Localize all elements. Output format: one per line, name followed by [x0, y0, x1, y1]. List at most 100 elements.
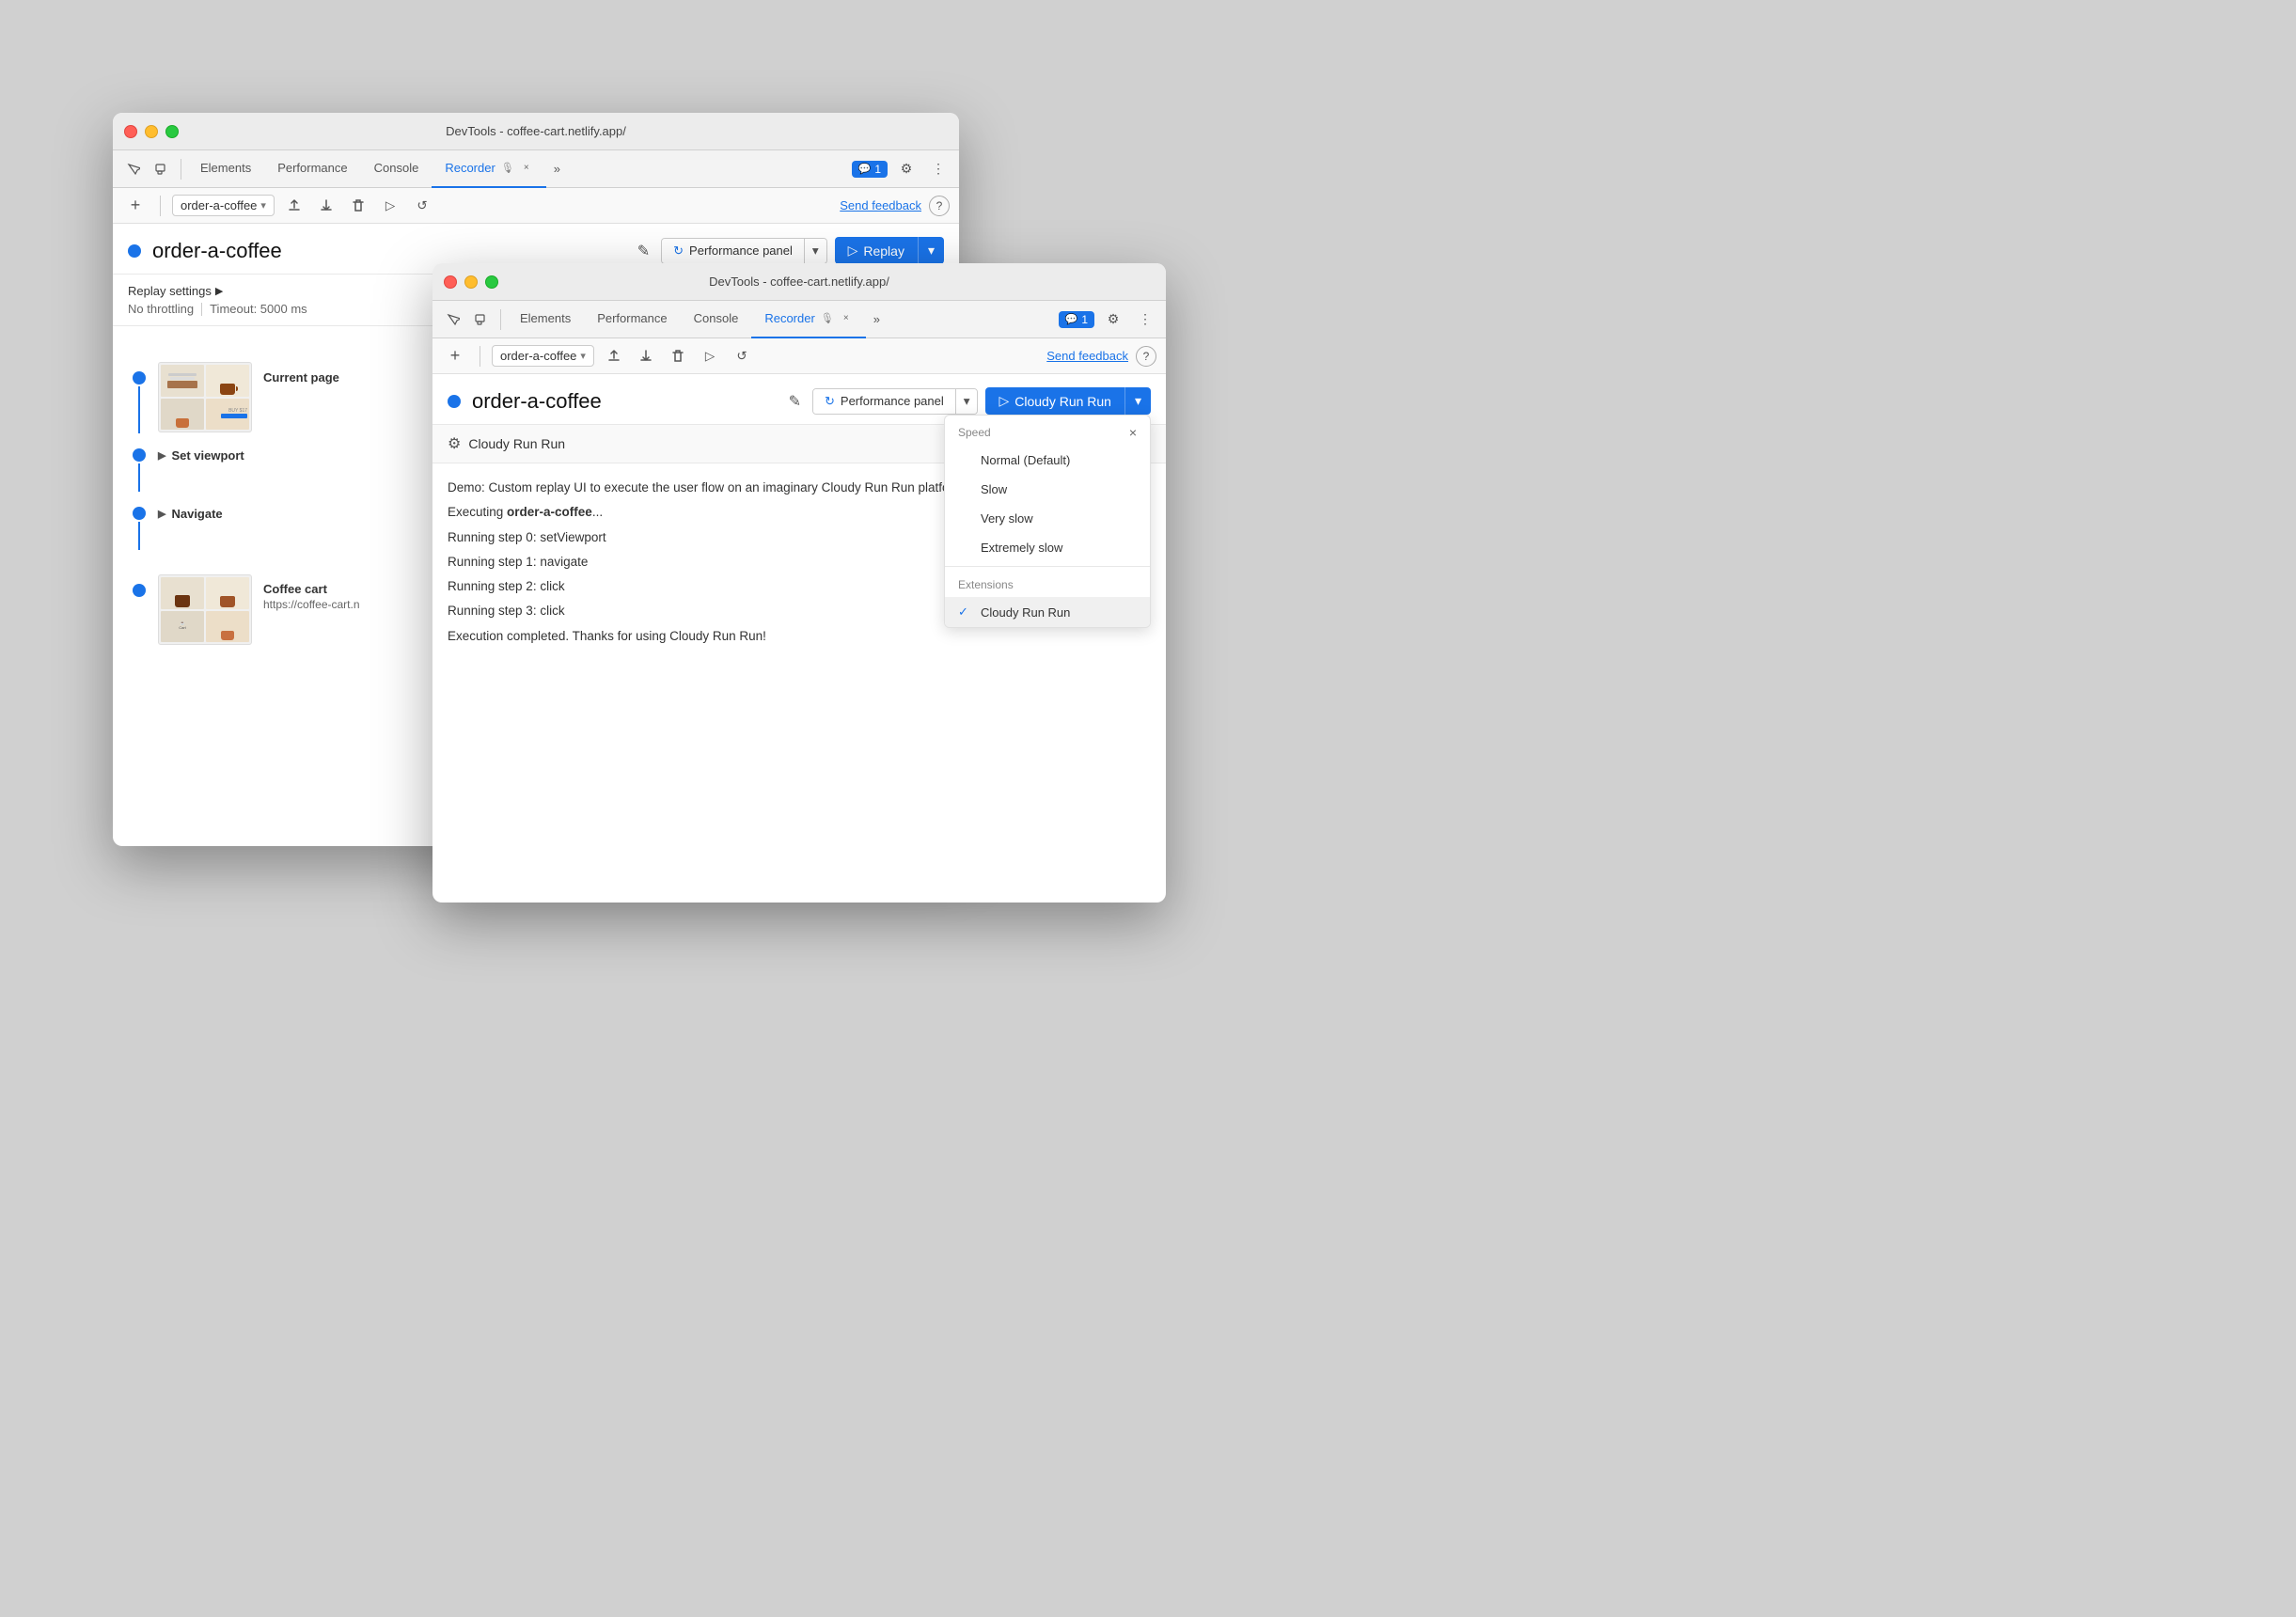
toolbar-divider-front [500, 309, 501, 330]
log-line-7: Execution completed. Thanks for using Cl… [448, 627, 1151, 646]
tab-list-front: Elements Performance Console Recorder 🎙 … [507, 301, 1057, 338]
send-feedback-front[interactable]: Send feedback [1046, 349, 1128, 363]
plugin-icon: ⚙ [448, 434, 461, 453]
recorder-toolbar-back: + order-a-coffee ▾ ▷ ↺ Send feedback ? [113, 188, 959, 224]
minimize-button-back[interactable] [145, 125, 158, 138]
performance-panel-btn-back[interactable]: ↻ Performance panel [662, 239, 804, 263]
run-btn-back[interactable]: ▷ [378, 194, 402, 218]
replay-group-back: ▷ Replay ▾ [835, 237, 944, 264]
help-btn-front[interactable]: ? [1136, 346, 1156, 367]
recording-dot-back [128, 244, 141, 258]
tab-performance-front[interactable]: Performance [584, 301, 680, 338]
recording-dot-front [448, 395, 461, 408]
tab-recorder-close-front[interactable]: × [840, 312, 853, 325]
close-button-front[interactable] [444, 275, 457, 289]
extension-cloudy-run-item[interactable]: ✓ Cloudy Run Run [945, 597, 1150, 627]
settings-icon-back[interactable]: ⚙ [893, 156, 920, 182]
window-title-front: DevTools - coffee-cart.netlify.app/ [709, 275, 889, 289]
performance-panel-arrow-front[interactable]: ▾ [956, 389, 978, 414]
maximize-button-back[interactable] [165, 125, 179, 138]
recording-selector-back[interactable]: order-a-coffee ▾ [172, 195, 275, 216]
device-toolbar-icon-front[interactable] [468, 306, 495, 333]
tab-recorder-close-back[interactable]: × [520, 162, 533, 175]
step-btn-front[interactable]: ↺ [730, 344, 754, 369]
devtools-toolbar-front: Elements Performance Console Recorder 🎙 … [432, 301, 1166, 338]
tab-list-back: Elements Performance Console Recorder 🎙 … [187, 150, 850, 188]
step-label-viewport[interactable]: ▶ Set viewport [158, 448, 244, 463]
traffic-lights-back [124, 125, 179, 138]
replay-btn-back[interactable]: ▷ Replay [835, 237, 918, 264]
add-recording-btn-back[interactable]: + [122, 193, 149, 219]
tab-recorder-back[interactable]: Recorder 🎙 × [432, 150, 545, 188]
title-bar-back: DevTools - coffee-cart.netlify.app/ [113, 113, 959, 150]
more-options-icon-back[interactable]: ⋮ [925, 156, 951, 182]
tab-console-front[interactable]: Console [681, 301, 752, 338]
download-btn-back[interactable] [314, 194, 338, 218]
devtools-window-front: DevTools - coffee-cart.netlify.app/ Elem… [432, 263, 1166, 903]
delete-btn-front[interactable] [666, 344, 690, 369]
devtools-toolbar-back: Elements Performance Console Recorder 🎙 … [113, 150, 959, 188]
tab-more-front[interactable]: » [866, 301, 888, 338]
minimize-button-front[interactable] [464, 275, 478, 289]
performance-panel-btn-front[interactable]: ↻ Performance panel [813, 389, 955, 414]
performance-panel-arrow-back[interactable]: ▾ [805, 239, 826, 263]
recorder-toolbar-divider [160, 196, 161, 216]
traffic-lights-front [444, 275, 498, 289]
toolbar-right-front: 💬 1 ⚙ ⋮ [1059, 306, 1158, 333]
cloudy-run-group: ▷ Cloudy Run Run ▾ Speed × Normal (Defau… [985, 387, 1151, 415]
recording-selector-front[interactable]: order-a-coffee ▾ [492, 345, 594, 367]
more-options-icon-front[interactable]: ⋮ [1132, 306, 1158, 333]
select-tool-icon[interactable] [120, 156, 147, 182]
tab-performance-back[interactable]: Performance [264, 150, 360, 188]
add-recording-btn-front[interactable]: + [442, 343, 468, 369]
speed-dropdown: Speed × Normal (Default) Slow Very slow [944, 415, 1151, 628]
edit-recording-name-front[interactable]: ✎ [789, 392, 801, 411]
message-badge-back[interactable]: 💬 1 [852, 161, 888, 178]
replay-btn-arrow-back[interactable]: ▾ [918, 237, 944, 264]
tab-elements-back[interactable]: Elements [187, 150, 264, 188]
message-badge-front[interactable]: 💬 1 [1059, 311, 1094, 328]
step-dot-0 [133, 371, 146, 385]
coffee-cart-sublabel: https://coffee-cart.n [263, 598, 360, 611]
delete-btn-back[interactable] [346, 194, 370, 218]
recording-name-front: order-a-coffee [472, 389, 778, 414]
tab-elements-front[interactable]: Elements [507, 301, 584, 338]
step-dot-2 [133, 507, 146, 520]
help-btn-back[interactable]: ? [929, 196, 950, 216]
tab-console-back[interactable]: Console [361, 150, 432, 188]
dropdown-header: Speed × [945, 416, 1150, 446]
download-btn-front[interactable] [634, 344, 658, 369]
tab-more-back[interactable]: » [546, 150, 568, 188]
step-btn-back[interactable]: ↺ [410, 194, 434, 218]
title-bar-front: DevTools - coffee-cart.netlify.app/ [432, 263, 1166, 301]
toolbar-right-back: 💬 1 ⚙ ⋮ [852, 156, 951, 182]
window-title-back: DevTools - coffee-cart.netlify.app/ [446, 124, 626, 138]
close-button-back[interactable] [124, 125, 137, 138]
step-dot-1 [133, 448, 146, 462]
step-thumbnail-0: BUY $17 [158, 362, 252, 432]
upload-btn-front[interactable] [602, 344, 626, 369]
device-toolbar-icon[interactable] [149, 156, 175, 182]
recording-name-back: order-a-coffee [152, 239, 626, 263]
cloudy-run-btn-arrow[interactable]: ▾ [1124, 387, 1151, 415]
step-label-navigate[interactable]: ▶ Navigate [158, 507, 223, 521]
select-tool-icon-front[interactable] [440, 306, 466, 333]
speed-slow-item[interactable]: Slow [945, 475, 1150, 504]
speed-normal-item[interactable]: Normal (Default) [945, 446, 1150, 475]
tab-recorder-front[interactable]: Recorder 🎙 × [751, 301, 865, 338]
dropdown-divider [945, 566, 1150, 567]
run-btn-front[interactable]: ▷ [698, 344, 722, 369]
settings-icon-front[interactable]: ⚙ [1100, 306, 1126, 333]
speed-extremely-slow-item[interactable]: Extremely slow [945, 533, 1150, 562]
recorder-toolbar-front: + order-a-coffee ▾ ▷ ↺ Send feedback ? [432, 338, 1166, 374]
step-dot-3 [133, 584, 146, 597]
edit-recording-name-back[interactable]: ✎ [637, 242, 650, 260]
step-thumbnail-3: ☕Cart [158, 574, 252, 645]
upload-btn-back[interactable] [282, 194, 307, 218]
speed-very-slow-item[interactable]: Very slow [945, 504, 1150, 533]
dropdown-close-btn[interactable]: × [1129, 425, 1137, 440]
recording-header-front: order-a-coffee ✎ ↻ Performance panel ▾ ▷… [432, 374, 1166, 425]
cloudy-run-btn[interactable]: ▷ Cloudy Run Run [985, 387, 1124, 415]
send-feedback-back[interactable]: Send feedback [840, 198, 921, 212]
maximize-button-front[interactable] [485, 275, 498, 289]
